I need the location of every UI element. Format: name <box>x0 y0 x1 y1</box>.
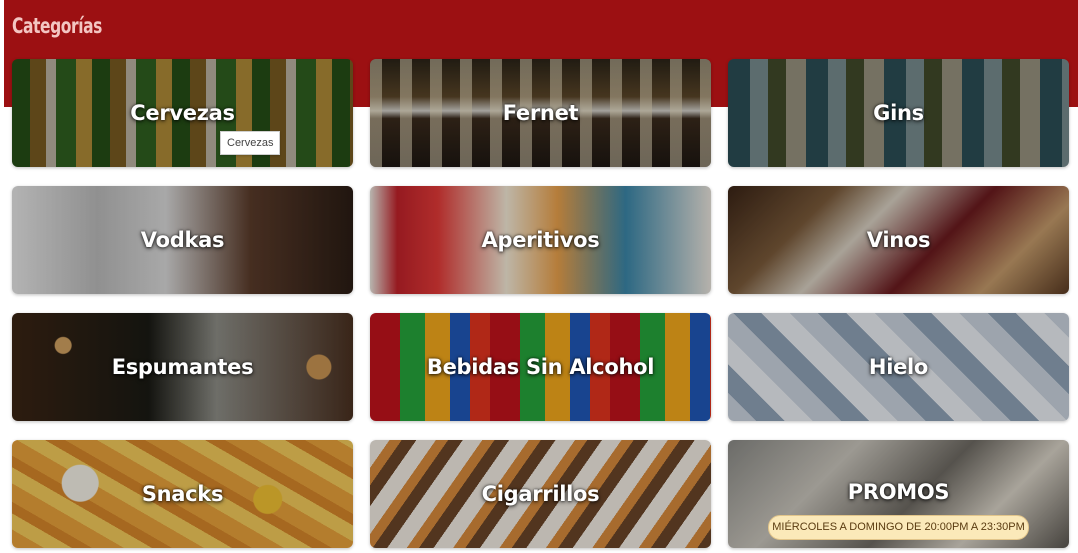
category-card-aperitivos[interactable]: Aperitivos <box>370 186 711 294</box>
category-label: Aperitivos <box>481 228 600 252</box>
category-label: Cigarrillos <box>481 482 600 506</box>
category-label: Vinos <box>866 228 931 252</box>
page-title: Categorías <box>12 14 103 38</box>
category-label: Vodkas <box>140 228 225 252</box>
category-label: Snacks <box>141 482 224 506</box>
category-label: Fernet <box>502 101 579 125</box>
category-card-bebidas-sin-alcohol[interactable]: Bebidas Sin Alcohol <box>370 313 711 421</box>
category-card-hielo[interactable]: Hielo <box>728 313 1069 421</box>
category-label: Cervezas <box>130 101 235 125</box>
category-card-vodkas[interactable]: Vodkas <box>12 186 353 294</box>
category-card-promos[interactable]: PROMOS MIÉRCOLES A DOMINGO DE 20:00PM A … <box>728 440 1069 548</box>
category-card-espumantes[interactable]: Espumantes <box>12 313 353 421</box>
category-label: Gins <box>873 101 924 125</box>
category-card-vinos[interactable]: Vinos <box>728 186 1069 294</box>
tooltip: Cervezas <box>220 131 281 155</box>
category-card-cervezas[interactable]: Cervezas <box>12 59 353 167</box>
promo-schedule-badge: MIÉRCOLES A DOMINGO DE 20:00PM A 23:30PM <box>768 515 1029 540</box>
category-card-gins[interactable]: Gins <box>728 59 1069 167</box>
category-label: Hielo <box>868 355 929 379</box>
category-card-fernet[interactable]: Fernet <box>370 59 711 167</box>
category-card-snacks[interactable]: Snacks <box>12 440 353 548</box>
category-label: Bebidas Sin Alcohol <box>426 355 655 379</box>
category-grid: Cervezas Fernet Gins Vodkas Aperitivos V… <box>12 59 1069 548</box>
category-card-cigarrillos[interactable]: Cigarrillos <box>370 440 711 548</box>
category-label: Espumantes <box>111 355 254 379</box>
category-label: PROMOS <box>847 480 950 504</box>
